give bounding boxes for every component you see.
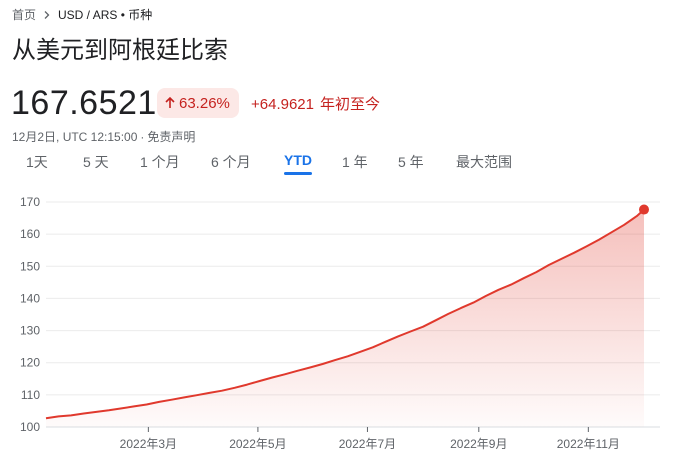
change-period-label: 年初至今 <box>319 96 380 113</box>
tab-6m[interactable]: 6 个月 <box>211 152 251 172</box>
y-tick-label: 170 <box>20 195 40 209</box>
breadcrumb-home-link[interactable]: 首页 <box>12 6 36 23</box>
chevron-right-icon <box>42 10 52 20</box>
tab-1m[interactable]: 1 个月 <box>140 152 180 172</box>
time-range-tabs: 1天 5 天 1 个月 6 个月 YTD 1 年 5 年 最大范围 <box>0 152 674 178</box>
x-tick-label: 2022年3月 <box>120 437 177 451</box>
y-tick-label: 160 <box>20 227 40 241</box>
tab-1y[interactable]: 1 年 <box>342 152 368 172</box>
latest-value-marker <box>639 204 649 215</box>
tab-5y[interactable]: 5 年 <box>398 152 424 172</box>
y-tick-label: 110 <box>21 388 40 402</box>
tab-1d[interactable]: 1天 <box>26 152 48 172</box>
absolute-change-value: +64.9621 <box>251 96 314 113</box>
x-tick-label: 2022年9月 <box>450 437 507 451</box>
current-price: 167.6521 <box>11 84 157 122</box>
absolute-change: +64.9621 年初至今 <box>251 93 380 114</box>
separator-dot: · <box>140 130 145 144</box>
breadcrumb-current: USD / ARS • 币种 <box>58 8 153 22</box>
tab-ytd[interactable]: YTD <box>284 152 312 168</box>
y-tick-label: 100 <box>20 420 40 434</box>
tab-max[interactable]: 最大范围 <box>456 152 512 172</box>
y-tick-label: 120 <box>20 356 40 370</box>
x-tick-label: 2022年5月 <box>229 437 286 451</box>
quote-timestamp: 12月2日, UTC 12:15:00 · 免责声明 <box>12 128 195 145</box>
active-tab-indicator <box>284 172 312 175</box>
tab-5d[interactable]: 5 天 <box>83 152 109 172</box>
y-tick-label: 140 <box>20 291 40 305</box>
arrow-up-icon <box>165 96 175 108</box>
disclaimer-link[interactable]: 免责声明 <box>147 130 195 144</box>
y-tick-label: 130 <box>20 324 40 338</box>
price-chart[interactable]: 100 110 120 130 140 150 160 170 2022年3月 2022年5月 20… <box>0 190 674 465</box>
y-tick-label: 150 <box>20 259 40 273</box>
breadcrumb: 首页 USD / ARS • 币种 <box>12 6 152 23</box>
timestamp-text: 12月2日, UTC 12:15:00 <box>12 130 138 144</box>
page-title: 从美元到阿根廷比索 <box>12 37 228 64</box>
x-tick-label: 2022年11月 <box>557 437 620 451</box>
x-tick-label: 2022年7月 <box>339 437 396 451</box>
percent-change-badge: 63.26% <box>157 88 239 118</box>
percent-change-value: 63.26% <box>179 94 230 112</box>
